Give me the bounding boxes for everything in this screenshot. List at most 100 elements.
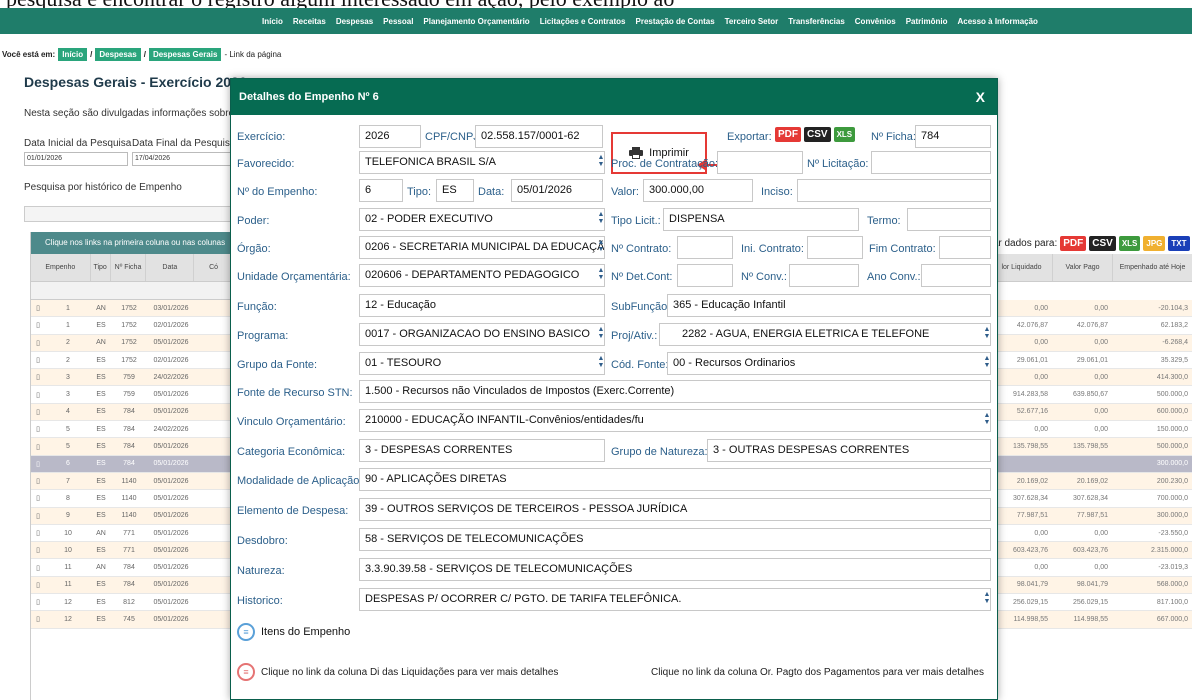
- field-num-empenho[interactable]: 6: [359, 179, 403, 202]
- table-row[interactable]: ▯ 1 AN 1752 03/01/2026: [31, 300, 234, 318]
- field-favorecido[interactable]: TELEFONICA BRASIL S/A: [359, 151, 605, 174]
- field-cpf[interactable]: 02.558.157/0001-62: [475, 125, 603, 148]
- nav-item[interactable]: Acesso à Informação: [957, 17, 1037, 26]
- nav-item[interactable]: Planejamento Orçamentário: [423, 17, 529, 26]
- document-icon[interactable]: ▯: [31, 564, 45, 572]
- spinner-icon[interactable]: ▲ ▼: [983, 355, 991, 369]
- field-conv[interactable]: [789, 264, 859, 287]
- col-valor-pago[interactable]: Valor Pago: [1052, 254, 1112, 281]
- document-icon[interactable]: ▯: [31, 339, 45, 347]
- spinner-icon[interactable]: ▲ ▼: [597, 211, 605, 225]
- table-row[interactable]: 300.000,0: [990, 455, 1192, 473]
- table-row[interactable]: ▯ 3 ES 759 24/02/2026: [31, 369, 234, 387]
- table-row[interactable]: ▯ 2 AN 1752 05/01/2026: [31, 334, 234, 352]
- field-tipo-licit[interactable]: DISPENSA: [663, 208, 859, 231]
- spinner-icon[interactable]: ▲ ▼: [597, 267, 605, 281]
- export-csv-button[interactable]: CSV: [1089, 235, 1116, 251]
- nav-item[interactable]: Receitas: [293, 17, 326, 26]
- field-proc-contratacao[interactable]: [717, 151, 803, 174]
- spinner-icon[interactable]: ▲ ▼: [597, 154, 605, 168]
- nav-item[interactable]: Licitações e Contratos: [540, 17, 626, 26]
- field-desdobro[interactable]: 58 - SERVIÇOS DE TELECOMUNICAÇÕES: [359, 528, 991, 551]
- date-start-input[interactable]: 01/01/2026: [24, 152, 128, 166]
- document-icon[interactable]: ▯: [31, 304, 45, 312]
- table-row[interactable]: ▯ 12 ES 812 05/01/2026: [31, 594, 234, 612]
- table-row[interactable]: 42.076,87 42.076,87 62.183,2: [990, 317, 1192, 335]
- field-data[interactable]: 05/01/2026: [511, 179, 603, 202]
- col-cod[interactable]: Có: [194, 254, 234, 281]
- table-row[interactable]: 0,00 0,00 -23.550,0: [990, 525, 1192, 543]
- table-row[interactable]: ▯ 7 ES 1140 05/01/2026: [31, 472, 234, 491]
- field-grupo-fonte[interactable]: 01 - TESOURO: [359, 352, 605, 375]
- document-icon[interactable]: ▯: [31, 581, 45, 589]
- export-pdf-button[interactable]: PDF: [1060, 235, 1087, 251]
- col-empenho[interactable]: Empenho: [31, 254, 91, 281]
- field-fonte-stn[interactable]: 1.500 - Recursos não Vinculados de Impos…: [359, 380, 991, 403]
- spinner-icon[interactable]: ▲ ▼: [983, 591, 991, 605]
- export-txt-button[interactable]: TXT: [1168, 235, 1190, 251]
- table-row[interactable]: 307.628,34 307.628,34 700.000,0: [990, 490, 1192, 508]
- spinner-icon[interactable]: ▲ ▼: [597, 239, 605, 253]
- col-valor-liquidado[interactable]: lor Liquidado: [990, 254, 1052, 281]
- document-icon[interactable]: ▯: [31, 494, 45, 502]
- table-row[interactable]: ▯ 11 ES 784 05/01/2026: [31, 576, 234, 595]
- field-inciso[interactable]: [797, 179, 991, 202]
- field-historico[interactable]: DESPESAS P/ OCORRER C/ PGTO. DE TARIFA T…: [359, 588, 991, 611]
- close-icon[interactable]: X: [976, 89, 985, 105]
- nav-item[interactable]: Início: [262, 17, 283, 26]
- table-row[interactable]: ▯ 5 ES 784 24/02/2026: [31, 421, 234, 439]
- table-row[interactable]: 135.798,55 135.798,55 500.000,0: [990, 438, 1192, 456]
- modal-export-csv-button[interactable]: CSV: [804, 127, 831, 142]
- field-grupo-natureza[interactable]: 3 - OUTRAS DESPESAS CORRENTES: [707, 439, 991, 462]
- field-contrato[interactable]: [677, 236, 733, 259]
- document-icon[interactable]: ▯: [31, 460, 45, 468]
- field-natureza[interactable]: 3.3.90.39.58 - SERVIÇOS DE TELECOMUNICAÇ…: [359, 558, 991, 581]
- col-tipo[interactable]: Tipo: [91, 254, 111, 281]
- table-row[interactable]: 0,00 0,00 414.300,0: [990, 369, 1192, 387]
- field-licitacao[interactable]: [871, 151, 991, 174]
- nav-item[interactable]: Convênios: [855, 17, 896, 26]
- document-icon[interactable]: ▯: [31, 425, 45, 433]
- breadcrumb-item-inicio[interactable]: Início: [58, 47, 88, 61]
- nav-item[interactable]: Despesas: [336, 17, 373, 26]
- col-data[interactable]: Data: [146, 254, 195, 281]
- field-det-cont[interactable]: [677, 264, 733, 287]
- document-icon[interactable]: ▯: [31, 391, 45, 399]
- col-empenhado-ate-hoje[interactable]: Empenhado até Hoje: [1112, 254, 1192, 281]
- document-icon[interactable]: ▯: [31, 529, 45, 537]
- field-modalidade[interactable]: 90 - APLICAÇÕES DIRETAS: [359, 468, 991, 491]
- table-row[interactable]: 603.423,76 603.423,76 2.315.000,0: [990, 542, 1192, 560]
- modal-export-xls-button[interactable]: XLS: [833, 127, 856, 142]
- document-icon[interactable]: ▯: [31, 512, 45, 520]
- modal-export-pdf-button[interactable]: PDF: [775, 127, 801, 142]
- nav-item[interactable]: Terceiro Setor: [725, 17, 779, 26]
- field-proj-ativ[interactable]: 2282 - AGUA, ENERGIA ELETRICA E TELEFONE: [659, 323, 991, 346]
- nav-item[interactable]: Pessoal: [383, 17, 413, 26]
- field-fim-contrato[interactable]: [939, 236, 991, 259]
- breadcrumb-item-despesas-gerais[interactable]: Despesas Gerais: [148, 47, 222, 61]
- grid-filter-row[interactable]: [31, 282, 234, 300]
- document-icon[interactable]: ▯: [31, 598, 45, 606]
- document-icon[interactable]: ▯: [31, 615, 45, 623]
- items-label[interactable]: Itens do Empenho: [261, 626, 350, 638]
- field-elemento[interactable]: 39 - OUTROS SERVIÇOS DE TERCEIROS - PESS…: [359, 498, 991, 521]
- table-row[interactable]: 0,00 0,00 150.000,0: [990, 421, 1192, 439]
- table-row[interactable]: 114.998,55 114.998,55 667.000,0: [990, 611, 1192, 629]
- table-row[interactable]: ▯ 2 ES 1752 02/01/2026: [31, 352, 234, 370]
- table-row[interactable]: 0,00 0,00 -20.104,3: [990, 300, 1192, 318]
- field-exercicio[interactable]: 2026: [359, 125, 421, 148]
- field-orgao[interactable]: 0206 - SECRETARIA MUNICIPAL DA EDUCAÇÃO: [359, 236, 605, 259]
- field-ano-conv[interactable]: [921, 264, 991, 287]
- breadcrumb-suffix[interactable]: - Link da página: [224, 50, 281, 59]
- table-row[interactable]: 77.987,51 77.987,51 300.000,0: [990, 507, 1192, 525]
- table-row[interactable]: ▯ 1 ES 1752 02/01/2026: [31, 317, 234, 335]
- table-row[interactable]: 20.169,02 20.169,02 200.230,0: [990, 472, 1192, 491]
- document-icon[interactable]: ▯: [31, 321, 45, 329]
- history-search-input[interactable]: [24, 206, 232, 222]
- table-row[interactable]: ▯ 4 ES 784 05/01/2026: [31, 403, 234, 422]
- export-xls-button[interactable]: XLS: [1118, 235, 1141, 251]
- spinner-icon[interactable]: ▲ ▼: [983, 326, 991, 340]
- document-icon[interactable]: ▯: [31, 373, 45, 381]
- table-row[interactable]: ▯ 9 ES 1140 05/01/2026: [31, 507, 234, 525]
- field-tipo[interactable]: ES: [436, 179, 474, 202]
